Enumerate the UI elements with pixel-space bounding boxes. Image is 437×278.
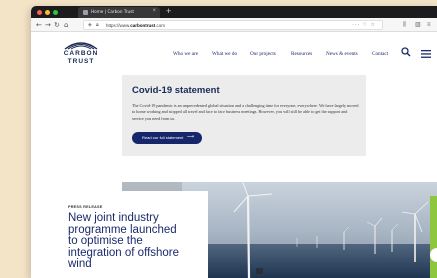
arrow-right-icon: ⟶ xyxy=(186,134,194,140)
lock-icon: 🔒︎ xyxy=(96,22,99,28)
tab-bar: Home | Carbon Trust × + xyxy=(31,6,437,18)
library-icon[interactable]: ⫼ xyxy=(403,20,406,30)
favicon-icon xyxy=(83,10,88,15)
covid-body: The Covid-19 pandemic is an unprecedente… xyxy=(132,103,359,121)
shield-icon: ◈ xyxy=(88,22,92,28)
press-release-card[interactable]: PRESS RELEASE New joint industry program… xyxy=(61,191,208,278)
carbon-trust-logo[interactable]: CARBON TRUST xyxy=(55,36,107,68)
logo-line-2: TRUST xyxy=(67,58,95,65)
headline-line: wind xyxy=(68,258,92,270)
green-accent-bar xyxy=(430,196,437,278)
maximize-window-button[interactable] xyxy=(53,10,58,15)
nav-contact[interactable]: Contact xyxy=(372,51,388,57)
page-actions[interactable]: ··· ♡ ☆ xyxy=(352,22,376,29)
close-window-button[interactable] xyxy=(37,10,42,15)
tab-title: Home | Carbon Trust xyxy=(91,9,134,14)
logo-line-1: CARBON xyxy=(63,50,99,57)
browser-toolbar: ← → ↻ ⌂ ◈ 🔒︎ https://www.carbontrust.com… xyxy=(31,18,437,32)
address-bar[interactable]: ◈ 🔒︎ https://www.carbontrust.com ··· ♡ ☆ xyxy=(83,20,383,30)
tab-home[interactable]: Home | Carbon Trust × xyxy=(78,7,160,18)
read-statement-label: Read our full statement xyxy=(142,135,184,140)
headline-line: New joint industry xyxy=(68,212,159,224)
minimize-window-button[interactable] xyxy=(45,10,50,15)
side-tab-button[interactable] xyxy=(430,248,437,262)
browser-window: Home | Carbon Trust × + ← → ↻ ⌂ ◈ 🔒︎ htt… xyxy=(31,6,437,278)
back-icon[interactable]: ← xyxy=(36,20,42,30)
nav-news-events[interactable]: News & events xyxy=(326,51,358,57)
sidebar-icon[interactable]: ▥ xyxy=(415,20,421,30)
forward-icon[interactable]: → xyxy=(45,20,51,30)
logo-swoosh-icon xyxy=(64,42,98,50)
new-tab-button[interactable]: + xyxy=(166,6,171,17)
covid-title: Covid-19 statement xyxy=(132,85,220,96)
press-release-label: PRESS RELEASE xyxy=(68,205,103,209)
nav-resources[interactable]: Resources xyxy=(291,51,312,57)
press-headline[interactable]: New joint industry programme launched to… xyxy=(68,212,206,271)
search-icon[interactable] xyxy=(401,47,411,57)
hamburger-menu-icon[interactable] xyxy=(421,50,431,58)
reload-icon[interactable]: ↻ xyxy=(54,20,60,30)
url-text: https://www.carbontrust.com xyxy=(106,23,166,28)
nav-who-we-are[interactable]: Who we are xyxy=(173,51,198,57)
menu-overflow-icon[interactable]: ≡ xyxy=(427,20,431,30)
covid-statement-panel: Covid-19 statement The Covid-19 pandemic… xyxy=(122,75,366,156)
nav-our-projects[interactable]: Our projects xyxy=(250,51,276,57)
tab-close-icon[interactable]: × xyxy=(152,8,156,14)
site-header: CARBON TRUST Who we are What we do Our p… xyxy=(31,32,437,72)
home-icon[interactable]: ⌂ xyxy=(64,20,68,30)
read-statement-button[interactable]: Read our full statement ⟶ xyxy=(132,132,202,144)
nav-what-we-do[interactable]: What we do xyxy=(212,51,237,57)
headline-line: to optimise the xyxy=(68,235,143,247)
